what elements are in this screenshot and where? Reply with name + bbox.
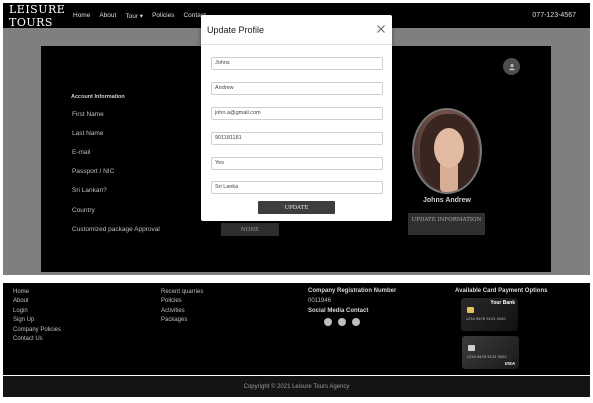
company-reg-title: Company Registration Number [308,288,397,294]
modal-header: Update Profile [201,15,392,45]
label-passport: Passport / NIC [72,168,115,175]
card-chip-icon [467,307,474,313]
profile-name: Johns Andrew [423,197,471,204]
first-name-input[interactable]: Johns [211,57,383,70]
social-icons [324,318,396,327]
update-profile-modal: Update Profile Johns Andrew john.a@gmail… [201,15,392,221]
footer-link-about[interactable]: About [13,297,61,306]
footer-link-signup[interactable]: Sign Up [13,316,61,325]
label-package-approval: Customized package Approval [72,226,160,233]
footer-link-queries[interactable]: Recent quarries [161,288,203,297]
card-number: 1234 5678 9123 0000 [467,355,507,359]
nav-about[interactable]: About [99,12,116,19]
profile-photo [412,108,482,194]
modal-title: Update Profile [207,24,265,35]
footer-col-company: Company Registration Number 0011946 Soci… [308,288,397,327]
visa-logo: VISA [504,361,515,366]
card-number: 1234 5678 9123 0000 [466,317,506,321]
footer-link-activities[interactable]: Activities [161,307,203,316]
company-reg-number: 0011946 [308,298,331,304]
footer-link-packages[interactable]: Packages [161,316,203,325]
user-icon [508,63,515,70]
user-avatar-button[interactable] [503,58,520,75]
footer-col-links: Home About Login Sign Up Company Policie… [13,288,61,344]
account-info-title: Account Information [71,94,125,100]
footer-col-payment: Available Card Payment Options [455,288,547,297]
update-information-button[interactable]: UPDATE INFORMATION [408,213,485,235]
footer-link-login[interactable]: Login [13,307,61,316]
nav-policies[interactable]: Policies [152,12,174,19]
payment-card-visa: 1234 5678 9123 0000 VISA [462,336,519,369]
label-email: E-mail [72,149,91,156]
nav-home[interactable]: Home [73,12,90,19]
label-first-name: First Name [72,111,104,118]
footer-link-home[interactable]: Home [13,288,61,297]
whatsapp-icon[interactable] [352,318,360,327]
update-button[interactable]: UPDATE [258,201,335,214]
footer-col-activity: Recent quarries Policies Activities Pack… [161,288,203,326]
label-country: Country [72,207,95,214]
email-input[interactable]: john.a@gmail.com [211,107,383,120]
payment-card-gold: Your Bank 1234 5678 9123 0000 [461,298,518,331]
brand-logo[interactable]: LEISURE TOURS [9,3,71,29]
payment-options-title: Available Card Payment Options [455,288,548,294]
country-input[interactable]: Sri Lanka [211,181,383,194]
phone-number: 077-123-4567 [532,12,576,19]
copyright-bar: Copyright © 2021 Leisure Tours Agency [3,376,590,397]
footer-link-policies-2[interactable]: Policies [161,297,203,306]
card-chip-icon [468,345,475,351]
card-bank-name: Your Bank [490,300,515,306]
label-last-name: Last Name [72,130,104,137]
footer-link-policies[interactable]: Company Policies [13,326,61,335]
facebook-icon[interactable] [324,318,332,327]
footer-link-contact[interactable]: Contact Us [13,335,61,344]
last-name-input[interactable]: Andrew [211,82,383,95]
nav-links: Home About Tour ▾ Policies Contact [73,12,215,20]
passport-input[interactable]: 901181181 [211,132,383,145]
sri-lankan-input[interactable]: Yes [211,157,383,170]
social-media-title: Social Media Contact [308,308,369,315]
twitter-icon[interactable] [338,318,346,327]
label-sri-lankan: Sri Lankan? [72,187,107,194]
nav-tour-dropdown[interactable]: Tour ▾ [125,12,143,20]
approval-status-badge: NONE [221,223,279,236]
close-icon[interactable] [376,24,386,34]
copyright-text: Copyright © 2021 Leisure Tours Agency [243,383,350,390]
